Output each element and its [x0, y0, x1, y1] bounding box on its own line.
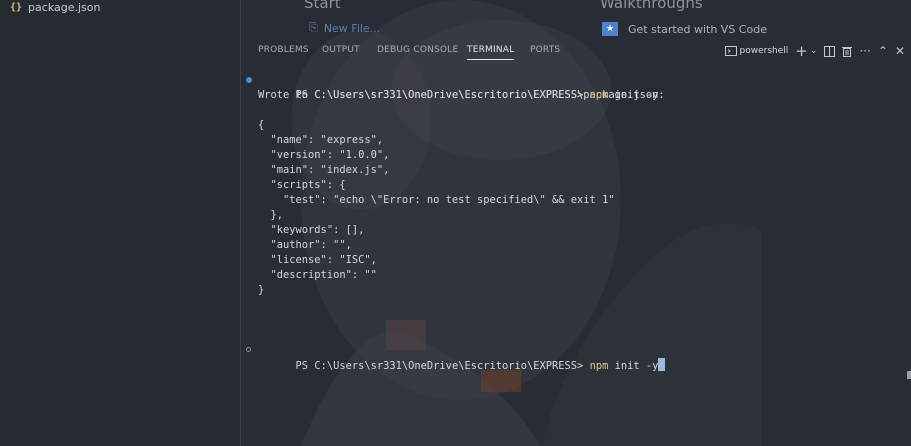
output-line: "version": "1.0.0", — [258, 149, 390, 161]
terminal-scrollbar[interactable] — [906, 71, 911, 444]
terminal-cursor — [658, 358, 666, 371]
json-icon: {} — [10, 1, 23, 13]
split-icon[interactable] — [824, 45, 836, 57]
command-word: npm — [589, 89, 609, 101]
scrollbar-thumb[interactable] — [907, 371, 911, 379]
panel-actions: powershell + ⌄ ··· ⌃ ✕ — [718, 42, 911, 60]
command-args: init -y — [608, 89, 659, 101]
chevron-down-icon[interactable]: ⌄ — [810, 46, 818, 56]
command-pending-marker-icon[interactable] — [246, 347, 251, 352]
tab-debug-console[interactable]: DEBUG CONSOLE — [377, 45, 458, 55]
more-icon[interactable]: ··· — [859, 44, 870, 58]
command-word: npm — [589, 360, 609, 372]
terminal-prompt-line: PS C:\Users\sr331\OneDrive\Escritorio\EX… — [246, 73, 665, 101]
output-line: } — [258, 284, 265, 296]
explorer-sidebar: {} package.json — [0, 0, 241, 446]
output-line: "name": "express", — [258, 134, 384, 146]
get-started-walkthrough[interactable]: ★ Get started with VS Code — [602, 22, 767, 36]
output-line: "description": "" — [258, 269, 377, 281]
file-name: package.json — [28, 0, 101, 14]
new-file-link[interactable]: ⎘ New File... — [309, 21, 380, 35]
explorer-file-package-json[interactable]: {} package.json — [10, 0, 100, 14]
welcome-start-heading: Start — [304, 0, 341, 12]
output-line: "scripts": { — [258, 179, 346, 191]
walkthroughs-heading: Walkthroughs — [600, 0, 703, 12]
prompt-text: PS C:\Users\sr331\OneDrive\Escritorio\EX… — [295, 89, 590, 101]
output-line: "license": "ISC", — [258, 254, 377, 266]
command-success-marker-icon[interactable] — [246, 77, 252, 83]
terminal-active-prompt-line[interactable]: PS C:\Users\sr331\OneDrive\Escritorio\EX… — [246, 343, 666, 372]
output-line: }, — [258, 209, 284, 221]
new-file-icon: ⎘ — [309, 21, 318, 34]
command-args: init -y — [608, 360, 659, 372]
output-line: "keywords": [], — [258, 224, 365, 236]
star-icon: ★ — [602, 22, 618, 36]
output-line: "author": "", — [258, 239, 352, 251]
trash-icon[interactable] — [842, 46, 853, 57]
terminal-output[interactable]: PS C:\Users\sr331\OneDrive\Escritorio\EX… — [246, 73, 666, 372]
prompt-text: PS C:\Users\sr331\OneDrive\Escritorio\EX… — [295, 360, 590, 372]
tab-ports[interactable]: PORTS — [530, 45, 560, 55]
output-line: { — [258, 119, 265, 131]
tab-terminal[interactable]: TERMINAL — [467, 45, 515, 60]
output-line: "test": "echo \"Error: no test specified… — [258, 194, 615, 206]
tab-output[interactable]: OUTPUT — [322, 45, 360, 55]
bottom-panel: PROBLEMS OUTPUT DEBUG CONSOLE TERMINAL P… — [241, 38, 911, 446]
close-icon[interactable]: ✕ — [895, 44, 905, 58]
plus-icon[interactable]: + — [795, 42, 808, 60]
output-line: "main": "index.js", — [258, 164, 390, 176]
terminal-icon[interactable]: powershell — [724, 45, 789, 57]
tab-problems[interactable]: PROBLEMS — [258, 45, 309, 55]
panel-tabbar: PROBLEMS OUTPUT DEBUG CONSOLE TERMINAL P… — [241, 38, 911, 64]
chevron-up-icon[interactable]: ⌃ — [878, 44, 888, 58]
shell-label: powershell — [739, 46, 789, 56]
